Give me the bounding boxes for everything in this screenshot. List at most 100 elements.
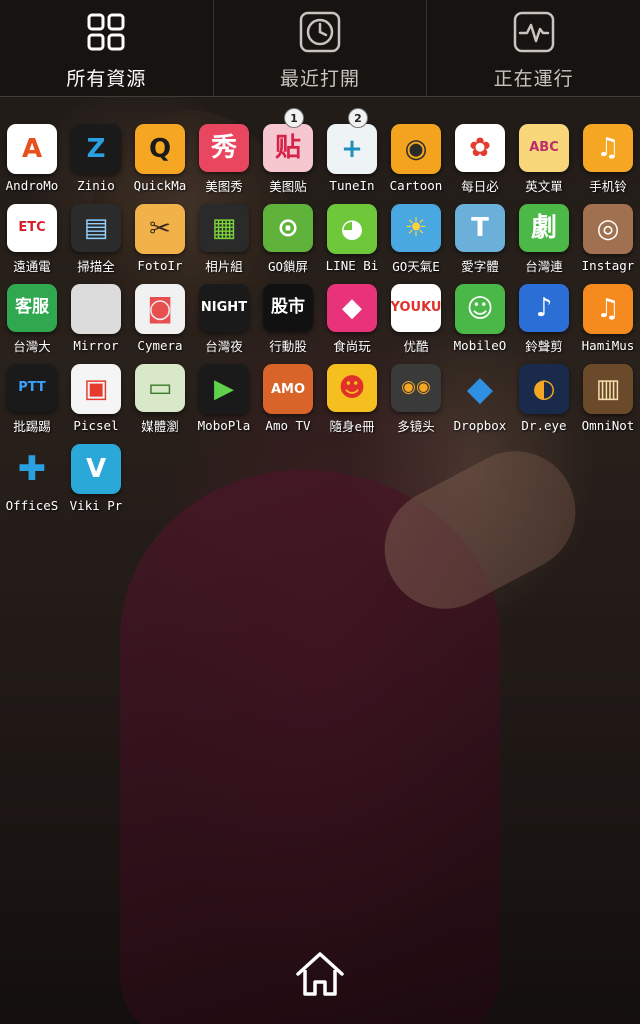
app-shortcut[interactable]: 股市 行動股 <box>256 274 320 354</box>
app-shortcut[interactable]: 客服 台灣大 <box>0 274 64 354</box>
app-shortcut[interactable]: ✿ 每日必 <box>448 114 512 194</box>
app-row: PTT 批踢踢 ▣ Picsel ▭ 媒體瀏 ▶ MoboPla AMO Amo TV ☻ 隨身e冊 ◉… <box>0 354 640 434</box>
app-shortcut[interactable]: T 愛字體 <box>448 194 512 274</box>
app-shortcut[interactable]: Q QuickMa <box>128 114 192 194</box>
app-shortcut[interactable]: NIGHT 台灣夜 <box>192 274 256 354</box>
photo-grid-icon: ▦ <box>199 204 249 252</box>
app-shortcut[interactable]: ◕ LINE Bi <box>320 194 384 274</box>
english-words-icon: ABC <box>519 124 569 172</box>
app-shortcut[interactable]: ABC 英文單 <box>512 114 576 194</box>
amo-tv-icon: AMO <box>263 364 313 414</box>
app-label: Dropbox <box>453 418 507 433</box>
tab-label: 最近打開 <box>280 68 361 90</box>
app-label: Mirror <box>73 338 119 353</box>
app-shortcut[interactable]: ▦ 相片組 <box>192 194 256 274</box>
app-shortcut[interactable]: ◎ Instagr <box>576 194 640 274</box>
mirror-icon <box>71 284 121 334</box>
app-label: FotoIr <box>137 258 183 273</box>
meitu-tie-icon: 贴 <box>263 124 313 172</box>
app-shortcut[interactable]: ⊙ GO鎖屏 <box>256 194 320 274</box>
app-label: 台灣夜 <box>205 338 243 354</box>
app-shortcut[interactable]: ◆ Dropbox <box>448 354 512 434</box>
app-label: 食尚玩 <box>333 338 371 354</box>
app-shortcut[interactable]: Mirror <box>64 274 128 354</box>
app-shortcut[interactable]: ◉◉ 多镜头 <box>384 354 448 434</box>
app-shortcut[interactable]: V Viki Pr <box>64 434 128 514</box>
app-shortcut[interactable]: ✚ OfficeS <box>0 434 64 514</box>
app-grid: A AndroMo Z Zinio Q QuickMa 秀美图秀贴 1 美图贴 +2 TuneIn ◉… <box>0 108 640 514</box>
app-label: 每日必 <box>461 178 499 194</box>
dreye-icon: ◐ <box>519 364 569 414</box>
tab-recently-opened[interactable]: 最近打開 <box>214 0 428 96</box>
home-button[interactable] <box>294 950 346 1002</box>
app-shortcut[interactable]: ✂ FotoIr <box>128 194 192 274</box>
app-shortcut[interactable]: ▭ 媒體瀏 <box>128 354 192 434</box>
app-shortcut[interactable]: 秀美图秀 <box>192 114 256 194</box>
app-shortcut[interactable]: YOUKU 优酷 <box>384 274 448 354</box>
omninote-icon: ▥ <box>583 364 633 414</box>
app-shortcut[interactable]: ▶ MoboPla <box>192 354 256 434</box>
go-weather-icon: ☀ <box>391 204 441 252</box>
notification-badge: 1 <box>284 108 304 128</box>
scanner-icon: ▤ <box>71 204 121 252</box>
app-label: 相片組 <box>205 258 243 274</box>
night-market-icon: NIGHT <box>199 284 249 332</box>
app-shortcut[interactable]: ◆ 食尚玩 <box>320 274 384 354</box>
app-shortcut[interactable]: 劇台灣連 <box>512 194 576 274</box>
app-shortcut[interactable]: ◙ Cymera <box>128 274 192 354</box>
tw-drama-icon: 劇 <box>519 204 569 252</box>
app-row: 客服 台灣大 Mirror ◙ Cymera NIGHT 台灣夜 股市 行動股 ◆ 食尚玩 YOUKU… <box>0 274 640 354</box>
app-shortcut[interactable]: ☀ GO天氣E <box>384 194 448 274</box>
app-label: Picsel <box>73 418 119 433</box>
app-label: MobileO <box>453 338 507 353</box>
app-label: 隨身e冊 <box>329 418 375 434</box>
app-shortcut[interactable]: ♫ HamiMus <box>576 274 640 354</box>
app-shortcut[interactable]: A AndroMo <box>0 114 64 194</box>
app-shortcut[interactable]: ▤ 掃描全 <box>64 194 128 274</box>
food-travel-icon: ◆ <box>327 284 377 332</box>
app-label: Instagr <box>581 258 635 273</box>
go-locker-icon: ⊙ <box>263 204 313 252</box>
app-label: OmniNot <box>581 418 635 433</box>
app-shortcut[interactable]: ☻ 隨身e冊 <box>320 354 384 434</box>
app-label: Viki Pr <box>69 498 123 513</box>
app-label: AndroMo <box>5 178 59 193</box>
home-icon <box>294 950 346 1002</box>
tab-label: 正在運行 <box>493 68 574 90</box>
app-shortcut[interactable]: ◉ Cartoon <box>384 114 448 194</box>
app-shortcut[interactable]: ◐ Dr.eye <box>512 354 576 434</box>
app-shortcut[interactable]: Z Zinio <box>64 114 128 194</box>
instagram-icon: ◎ <box>583 204 633 254</box>
quickmark-icon: Q <box>135 124 185 174</box>
app-row: ✚ OfficeS V Viki Pr <box>0 434 640 514</box>
app-label: HamiMus <box>581 338 635 353</box>
pulse-icon <box>512 10 556 54</box>
app-label: 美图秀 <box>205 178 243 194</box>
app-label: QuickMa <box>133 178 187 193</box>
app-label: Amo TV <box>265 418 311 433</box>
stock-icon: 股市 <box>263 284 313 332</box>
app-label: 美图贴 <box>269 178 307 194</box>
app-shortcut[interactable]: PTT 批踢踢 <box>0 354 64 434</box>
app-label: TuneIn <box>329 178 375 193</box>
app-row: ETC 遠通電 ▤ 掃描全 ✂ FotoIr ▦ 相片組 ⊙ GO鎖屏 ◕ LINE Bi ☀ GO天氣E… <box>0 194 640 274</box>
multi-lens-icon: ◉◉ <box>391 364 441 412</box>
tab-running[interactable]: 正在運行 <box>427 0 640 96</box>
app-shortcut[interactable]: ♫ 手机铃 <box>576 114 640 194</box>
app-shortcut[interactable]: ▣ Picsel <box>64 354 128 434</box>
app-label: 遠通電 <box>13 258 51 274</box>
clock-icon <box>298 10 342 54</box>
tab-all-resources[interactable]: 所有資源 <box>0 0 214 96</box>
app-shortcut[interactable]: +2 TuneIn <box>320 108 384 194</box>
tab-label: 所有資源 <box>66 68 147 90</box>
app-shortcut[interactable]: ☺ MobileO <box>448 274 512 354</box>
app-label: 行動股 <box>269 338 307 354</box>
app-shortcut[interactable]: ♪ 鈴聲剪 <box>512 274 576 354</box>
app-label: GO天氣E <box>392 258 440 274</box>
app-shortcut[interactable]: ETC 遠通電 <box>0 194 64 274</box>
app-label: MoboPla <box>197 418 251 433</box>
app-shortcut[interactable]: 贴 1 美图贴 <box>256 108 320 194</box>
app-shortcut[interactable]: ▥ OmniNot <box>576 354 640 434</box>
app-shortcut[interactable]: AMO Amo TV <box>256 354 320 434</box>
fotoir-icon: ✂ <box>135 204 185 254</box>
